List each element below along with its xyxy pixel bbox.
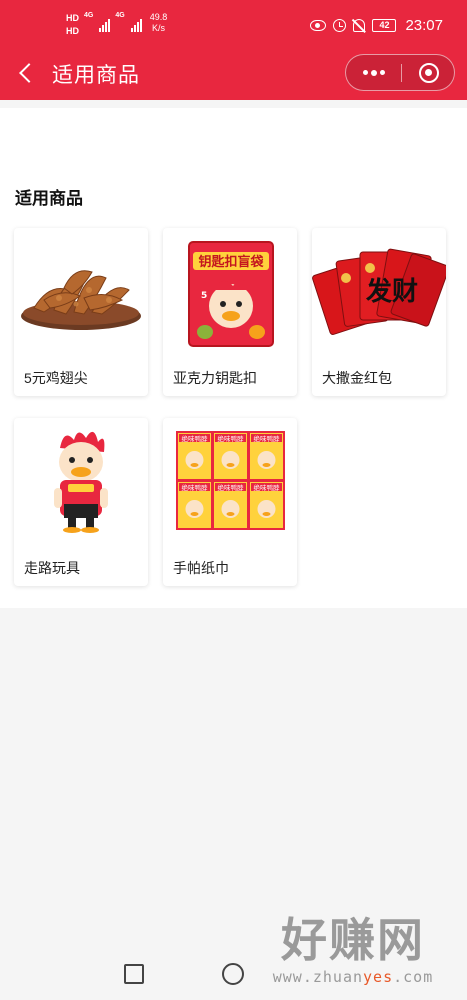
- recent-apps-button[interactable]: [124, 964, 144, 984]
- page-title: 适用商品: [52, 64, 140, 87]
- product-card[interactable]: 绝味鸭脖 绝味鸭脖 绝味鸭脖 绝味鸭脖 绝味鸭脖 绝味鸭脖 手帕纸巾: [163, 418, 297, 586]
- more-dot-icon: [362, 70, 368, 75]
- close-miniprogram-button[interactable]: [419, 63, 439, 83]
- speed-value: 49.8: [149, 12, 168, 22]
- more-dot-icon: [379, 70, 385, 75]
- products-panel: 适用商品 5元鸡翅尖 钥匙扣盲袋 5 亚克力钥匙扣 发财 大撒金红包 走路玩具 …: [0, 108, 467, 608]
- walking-duck-toy-image: [54, 431, 108, 533]
- capsule-divider: [401, 64, 402, 82]
- tissue-label: 绝味鸭脖: [254, 434, 281, 443]
- product-name: 走路玩具: [24, 560, 80, 576]
- keychain-blind-bag-image: 钥匙扣盲袋 5: [188, 241, 274, 347]
- svg-text:5: 5: [201, 291, 207, 301]
- hd-indicators: HD HD: [66, 12, 79, 38]
- clock: 23:07: [405, 17, 443, 34]
- miniprogram-capsule: [345, 54, 455, 91]
- nav-bar: 适用商品: [0, 52, 467, 94]
- product-card[interactable]: 钥匙扣盲袋 5 亚克力钥匙扣: [163, 228, 297, 396]
- tissue-packs-image: 绝味鸭脖 绝味鸭脖 绝味鸭脖 绝味鸭脖 绝味鸭脖 绝味鸭脖: [176, 431, 285, 530]
- signal-icon-2: [130, 16, 142, 32]
- product-card[interactable]: 5元鸡翅尖: [14, 228, 148, 396]
- tissue-label: 绝味鸭脖: [254, 483, 281, 492]
- status-right: 42 23:07: [310, 17, 443, 34]
- envelope-text: 发财: [365, 276, 418, 307]
- chicken-wing-tips-image: [21, 270, 141, 330]
- tissue-label: 绝味鸭脖: [182, 434, 209, 443]
- product-name: 大撒金红包: [322, 370, 392, 386]
- home-button[interactable]: [222, 963, 244, 985]
- back-button[interactable]: [14, 58, 44, 88]
- hd-label-2: HD: [66, 26, 79, 36]
- product-name: 亚克力钥匙扣: [173, 370, 257, 386]
- battery-icon: 42: [372, 19, 397, 32]
- more-button[interactable]: [346, 55, 401, 90]
- hd-label-1: HD: [66, 13, 79, 23]
- network-type-1: 4G: [84, 12, 94, 19]
- system-nav-bar: [0, 950, 467, 1000]
- tissue-label: 绝味鸭脖: [218, 434, 245, 443]
- product-name: 5元鸡翅尖: [24, 370, 88, 386]
- eye-icon: [310, 20, 327, 31]
- product-card[interactable]: 走路玩具: [14, 418, 148, 586]
- tissue-label: 绝味鸭脖: [218, 483, 245, 492]
- header-bar: HD HD 4G 4G 49.8 K/s 42 23:07 适用商品: [0, 0, 467, 100]
- section-title: 适用商品: [15, 189, 83, 208]
- network-speed: 49.8 K/s: [150, 12, 168, 34]
- more-dot-icon: [370, 69, 377, 76]
- network-type-2: 4G: [115, 12, 125, 19]
- mute-bell-icon: [353, 19, 366, 32]
- status-bar: HD HD 4G 4G 49.8 K/s 42 23:07: [0, 0, 467, 52]
- product-name: 手帕纸巾: [173, 560, 229, 576]
- alarm-icon: [333, 19, 347, 32]
- product-card[interactable]: 发财 大撒金红包: [312, 228, 446, 396]
- bag-label: 钥匙扣盲袋: [198, 254, 264, 270]
- speed-unit: K/s: [151, 23, 165, 33]
- status-left: HD HD 4G 4G 49.8 K/s: [66, 12, 167, 38]
- red-envelopes-image: 发财: [312, 248, 446, 335]
- signal-icon: [99, 16, 111, 32]
- tissue-label: 绝味鸭脖: [182, 483, 209, 492]
